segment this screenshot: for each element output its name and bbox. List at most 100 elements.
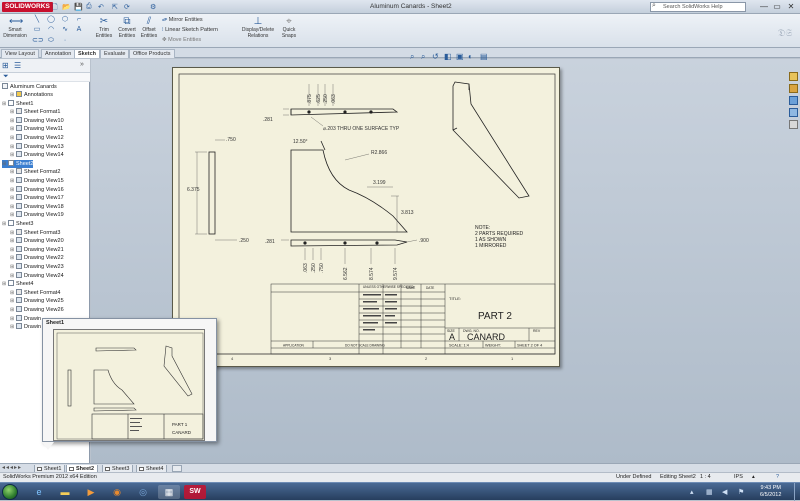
drawing-view-node[interactable]: ⊞ Drawing View15 <box>10 177 64 186</box>
point-icon[interactable]: · <box>60 37 70 45</box>
expand-icon[interactable]: ⊞ <box>10 211 15 220</box>
drawing-view-node[interactable]: ⊞ Drawing View18 <box>10 202 64 212</box>
expand-icon[interactable]: ⊞ <box>10 194 15 203</box>
display-delete-relations-button[interactable]: ⊥ Display/Delete Relations <box>240 16 276 39</box>
drawing-view-node[interactable]: ⊞ Drawing View19 <box>10 211 64 220</box>
minimize-button[interactable]: — <box>758 2 770 12</box>
ellipse-icon[interactable]: ⬭ <box>46 37 56 45</box>
sheet-format-node[interactable]: ⊞ Sheet Format1 <box>10 108 60 117</box>
tray-arrow-icon[interactable]: ▴ <box>690 488 694 496</box>
show-desktop-button[interactable] <box>794 483 800 501</box>
select-icon[interactable]: ⇱ <box>112 3 118 11</box>
media-player-icon[interactable]: ▶ <box>80 485 102 499</box>
drawing-view-node[interactable]: ⊞ Drawing View22 <box>10 254 64 263</box>
drawing-view-node[interactable]: ⊞ Drawing View11 <box>10 125 63 134</box>
offset-entities-button[interactable]: ⫽ Offset Entities <box>139 16 159 39</box>
display-style-icon[interactable]: ▣ <box>456 52 464 61</box>
drawing-view-node[interactable]: ⊞ Drawing View13 <box>10 142 64 152</box>
expand-icon[interactable]: ⊞ <box>10 143 15 152</box>
rectangle-icon[interactable]: ▭ <box>32 26 42 34</box>
drawing-view-node[interactable]: ⊞ Drawing View21 <box>10 245 64 255</box>
drawing-view-node[interactable]: ⊞ Drawing View20 <box>10 237 64 246</box>
scale-value[interactable]: SCALE: 1:4 <box>449 344 469 348</box>
expand-icon[interactable]: ⊞ <box>10 229 15 238</box>
expand-icon[interactable]: ⊞ <box>2 220 7 229</box>
expand-icon[interactable]: ⊞ <box>10 263 15 272</box>
dim-top-2[interactable]: .625 <box>316 94 322 104</box>
dim-250[interactable]: .250 <box>239 238 249 244</box>
dim-3813[interactable]: 3.813 <box>401 210 414 216</box>
units-selector[interactable]: IPS <box>734 473 743 482</box>
dim-900[interactable]: .900 <box>419 238 429 244</box>
sheet-node[interactable]: ⊞ Sheet2 <box>2 159 34 169</box>
fillet-icon[interactable]: ⌐ <box>74 16 84 24</box>
circle-icon[interactable]: ◯ <box>46 16 56 24</box>
dim-bottom-4[interactable]: 6.562 <box>343 267 349 280</box>
dim-bottom-2[interactable]: .250 <box>311 263 317 273</box>
expand-icon[interactable]: ⊞ <box>10 177 15 186</box>
part-title[interactable]: PART 2 <box>478 311 512 322</box>
view-palette-icon[interactable] <box>789 108 798 117</box>
quick-snaps-button[interactable]: ⌖ Quick Snaps <box>279 16 299 39</box>
expand-icon[interactable]: ⊞ <box>10 246 15 255</box>
mirror-entities-button[interactable]: ⟚ Mirror Entities <box>162 16 203 25</box>
tab-view-layout[interactable]: View Layout <box>1 49 39 58</box>
undo-icon[interactable]: ↶ <box>98 3 104 11</box>
tab-annotation[interactable]: Annotation <box>41 49 76 58</box>
dim-top-4[interactable]: .063 <box>331 94 337 104</box>
dim-3199[interactable]: 3.199 <box>373 180 386 186</box>
previous-view-icon[interactable]: ↺ <box>432 52 439 61</box>
expand-icon[interactable]: ⊞ <box>10 297 15 306</box>
appearances-icon[interactable] <box>789 120 798 129</box>
start-button[interactable] <box>2 484 18 500</box>
network-icon[interactable]: ▦ <box>706 488 713 496</box>
sheet-format-node[interactable]: ⊞ Sheet Format4 <box>10 288 60 298</box>
drawing-view-node[interactable]: ⊞ Drawing View16 <box>10 185 64 195</box>
dim-bottom-1[interactable]: .063 <box>303 263 309 273</box>
maximize-button[interactable]: ▭ <box>771 2 783 12</box>
sheet-number[interactable]: SHEET 2 OF 4 <box>517 344 542 348</box>
expand-icon[interactable]: ⊞ <box>2 100 7 109</box>
line-icon[interactable]: ╲ <box>32 16 42 24</box>
drawing-view-node[interactable]: ⊞ Drawing View14 <box>10 151 64 160</box>
save-icon[interactable]: 💾 <box>74 3 83 11</box>
open-file-icon[interactable]: 📂 <box>62 3 71 11</box>
expand-icon[interactable]: ⊞ <box>10 186 15 195</box>
drawing-view-node[interactable]: ⊞ Drawing View26 <box>10 306 64 315</box>
drawing-sheet[interactable]: .875 .625 .250 .063 .281 ⌀.203 THRU ONE … <box>172 67 560 367</box>
drawing-name[interactable]: CANARD <box>467 332 506 342</box>
drawing-view-node[interactable]: ⊞ Drawin <box>10 323 41 332</box>
dim-281-top[interactable]: .281 <box>263 117 273 123</box>
expand-icon[interactable]: ⊞ <box>10 254 15 263</box>
drawing-view-node[interactable]: ⊞ Drawing View17 <box>10 194 64 203</box>
hole-callout[interactable]: ⌀.203 THRU ONE SURFACE TYP <box>323 126 400 132</box>
linear-pattern-button[interactable]: ⁞ Linear Sketch Pattern <box>162 26 218 35</box>
view-settings-icon[interactable]: ▤ <box>480 52 488 61</box>
file-explorer-icon[interactable]: ▬ <box>54 485 76 499</box>
drawing-view-node[interactable]: ⊞ Drawing View10 <box>10 116 64 126</box>
move-entities-button[interactable]: ✥ Move Entities <box>162 36 201 45</box>
solidworks-logo[interactable]: SOLIDWORKS <box>2 2 53 12</box>
annotations-folder[interactable]: ⊞ Annotations <box>10 91 53 100</box>
dim-top-1[interactable]: .875 <box>307 94 313 104</box>
expand-icon[interactable]: ⊞ <box>2 280 7 289</box>
drawing-view-node[interactable]: ⊞ Drawin <box>10 314 41 324</box>
action-center-icon[interactable]: ⚑ <box>738 488 744 496</box>
firefox-icon[interactable]: ◉ <box>106 485 128 499</box>
drawing-view-node[interactable]: ⊞ Drawing View12 <box>10 134 64 143</box>
tab-sketch[interactable]: Sketch <box>74 49 101 58</box>
expand-icon[interactable]: ⊞ <box>10 125 15 134</box>
expand-icon[interactable]: ⊞ <box>10 272 15 281</box>
dim-top-3[interactable]: .250 <box>323 94 329 104</box>
design-library-icon[interactable] <box>789 84 798 93</box>
dim-281-bottom[interactable]: .281 <box>265 239 275 245</box>
expand-icon[interactable]: ⊞ <box>10 306 15 315</box>
sheet-format-node[interactable]: ⊞ Sheet Format2 <box>10 168 60 177</box>
volume-icon[interactable]: ◀ <box>722 488 727 496</box>
close-button[interactable]: ✕ <box>785 2 797 12</box>
slot-icon[interactable]: ⊂⊃ <box>32 37 44 45</box>
tab-scroll-arrows-icon[interactable]: ◂◂◂▸▸ <box>2 464 22 471</box>
expand-icon[interactable]: ⊞ <box>2 160 7 169</box>
size-value[interactable]: A <box>449 332 455 342</box>
app-icon[interactable]: ◎ <box>132 485 154 499</box>
